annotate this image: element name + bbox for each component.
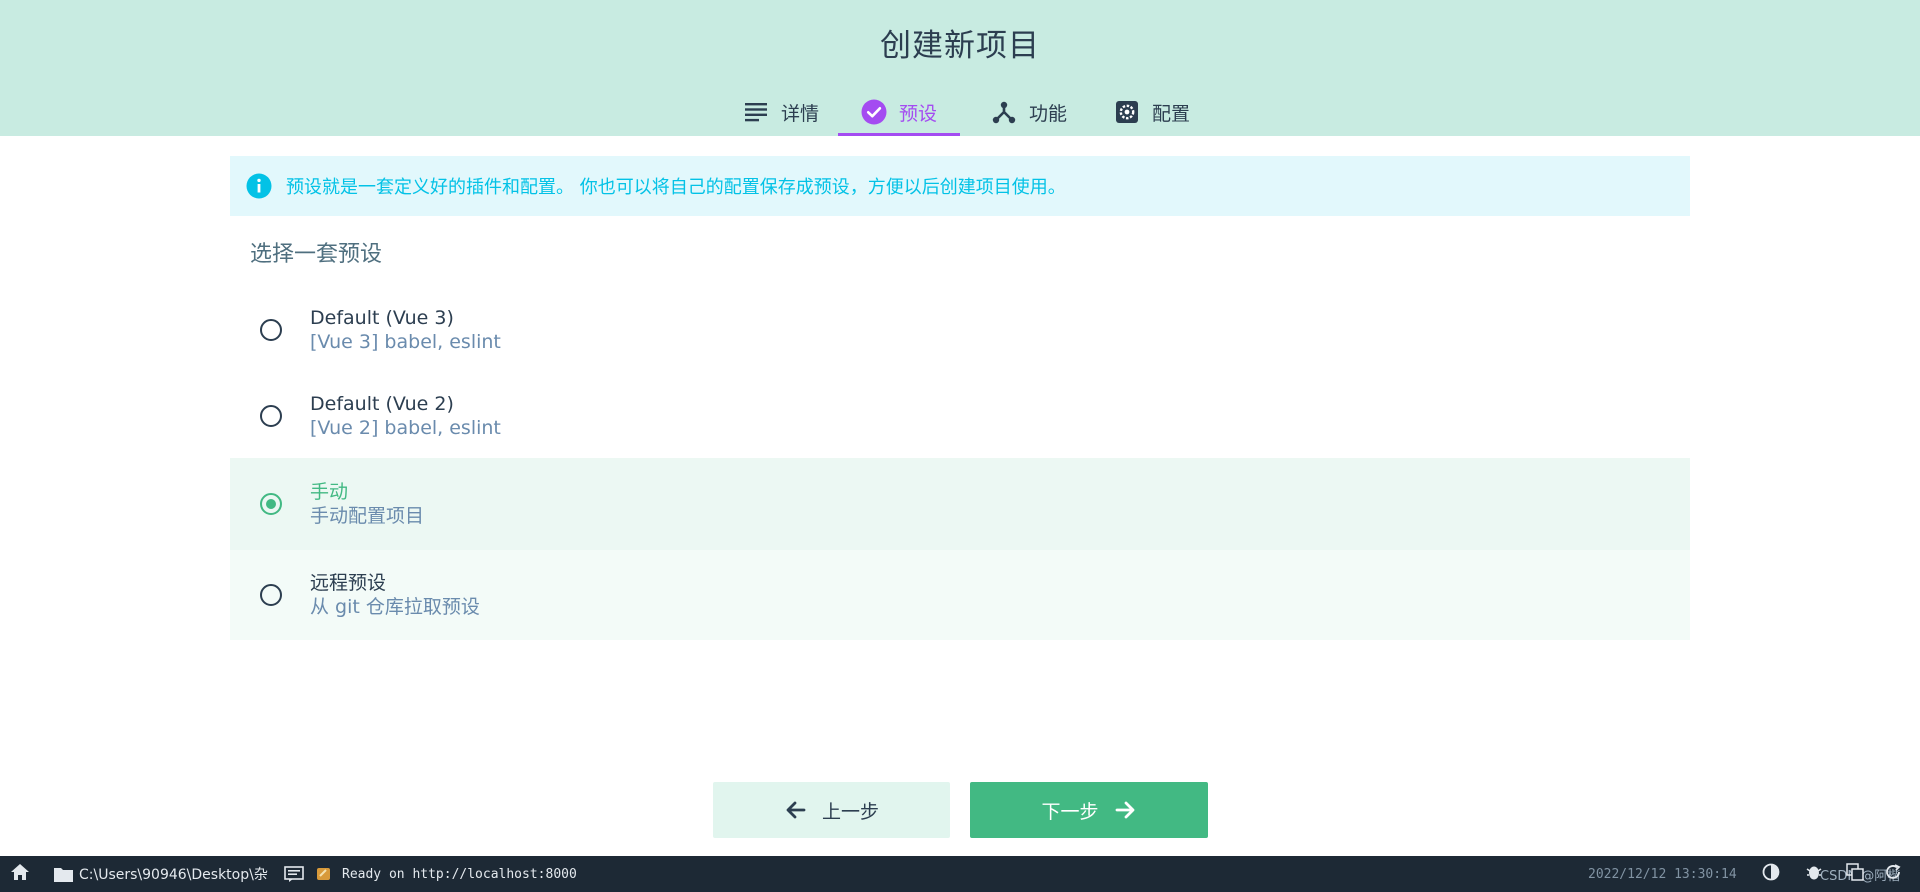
folder-path[interactable]: C:\Users\90946\Desktop\杂	[54, 856, 268, 892]
radio-button[interactable]	[260, 584, 282, 606]
previous-button[interactable]: 上一步	[713, 782, 950, 838]
home-button[interactable]	[10, 856, 30, 892]
radio-dot	[266, 499, 276, 509]
arrow-right-icon	[1113, 798, 1137, 822]
step-tabs: 详情 预设 功能 配置	[0, 88, 1920, 136]
list-icon	[743, 99, 769, 125]
tab-details-label: 详情	[780, 102, 819, 125]
preset-option-manual[interactable]: 手动 手动配置项目	[230, 458, 1690, 550]
refresh-icon	[1884, 863, 1902, 885]
folder-icon	[54, 867, 73, 882]
header: 创建新项目 详情 预设 功能 配置	[0, 0, 1920, 136]
preset-option-vue3[interactable]: Default (Vue 3) [Vue 3] babel, eslint	[230, 300, 1690, 360]
translate-icon	[1846, 863, 1864, 885]
console-icon	[284, 866, 304, 882]
radio-button[interactable]	[260, 319, 282, 341]
check-circle-icon	[861, 99, 887, 125]
translate-button[interactable]	[1846, 856, 1864, 892]
tab-presets[interactable]: 预设	[838, 88, 960, 136]
tab-details[interactable]: 详情	[726, 88, 836, 136]
info-icon	[246, 173, 272, 199]
tab-features-label: 功能	[1028, 102, 1067, 125]
settings-icon	[1114, 99, 1140, 125]
preset-description: 从 git 仓库拉取预设	[310, 596, 480, 618]
preset-name: Default (Vue 2)	[310, 393, 454, 415]
preset-name: 远程预设	[310, 572, 387, 594]
timestamp: 2022/12/12 13:30:14	[1588, 866, 1737, 882]
arrow-left-icon	[784, 798, 808, 822]
tab-features[interactable]: 功能	[978, 88, 1080, 136]
info-text: 预设就是一套定义好的插件和配置。 你也可以将自己的配置保存成预设，方便以后创建项…	[286, 177, 1066, 198]
home-icon	[10, 863, 30, 885]
previous-button-label: 上一步	[821, 800, 879, 823]
preset-description: 手动配置项目	[310, 505, 425, 527]
preset-name: 手动	[310, 481, 349, 503]
tab-config-label: 配置	[1151, 102, 1190, 125]
folder-path-text: C:\Users\90946\Desktop\杂	[79, 867, 268, 883]
fork-icon	[991, 99, 1017, 125]
theme-toggle[interactable]	[1762, 856, 1780, 892]
log-text: Ready on http://localhost:8000	[342, 866, 577, 882]
tab-presets-label: 预设	[898, 102, 937, 125]
console-log[interactable]: Ready on http://localhost:8000	[284, 856, 577, 892]
preset-option-remote[interactable]: 远程预设 从 git 仓库拉取预设	[230, 550, 1690, 640]
preset-description: [Vue 3] babel, eslint	[310, 331, 501, 353]
log-emoji-icon	[316, 866, 332, 882]
contrast-icon	[1762, 863, 1780, 885]
radio-button[interactable]	[260, 405, 282, 427]
preset-option-vue2[interactable]: Default (Vue 2) [Vue 2] babel, eslint	[230, 386, 1690, 446]
info-banner: 预设就是一套定义好的插件和配置。 你也可以将自己的配置保存成预设，方便以后创建项…	[230, 156, 1690, 216]
radio-button-selected[interactable]	[260, 493, 282, 515]
status-bar: C:\Users\90946\Desktop\杂 Ready on http:/…	[0, 856, 1920, 892]
section-title: 选择一套预设	[250, 242, 383, 267]
tab-config[interactable]: 配置	[1100, 88, 1204, 136]
page-title: 创建新项目	[880, 28, 1040, 64]
preset-description: [Vue 2] babel, eslint	[310, 417, 501, 439]
preset-name: Default (Vue 3)	[310, 307, 454, 329]
refresh-button[interactable]	[1884, 856, 1902, 892]
next-button-label: 下一步	[1041, 800, 1099, 823]
next-button[interactable]: 下一步	[970, 782, 1208, 838]
